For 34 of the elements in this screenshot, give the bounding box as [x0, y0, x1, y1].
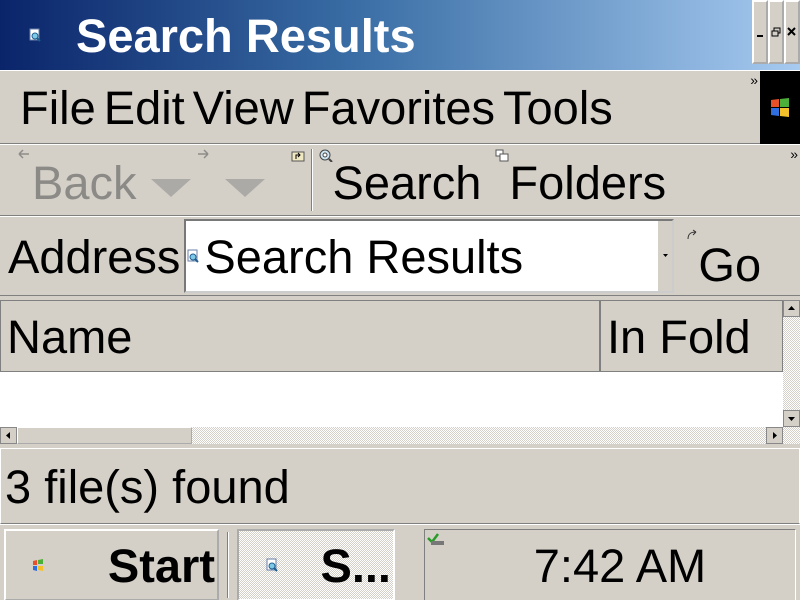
- address-label: Address: [8, 232, 180, 280]
- clock-text: 7:42 AM: [532, 542, 706, 588]
- curved-arrow-icon[interactable]: [686, 228, 698, 240]
- start-button[interactable]: Start: [4, 529, 219, 600]
- folders-icon[interactable]: [495, 149, 510, 162]
- folders-button[interactable]: Folders: [493, 145, 668, 215]
- close-icon: [787, 27, 797, 37]
- column-header[interactable]: Name: [0, 300, 600, 372]
- close-button[interactable]: [784, 0, 800, 64]
- flag-icon[interactable]: [32, 558, 44, 572]
- search-icon: [28, 28, 42, 42]
- menu-item[interactable]: Edit: [100, 84, 189, 130]
- restore-icon: [771, 27, 781, 37]
- taskbar-button[interactable]: S...: [237, 529, 395, 600]
- menu-item[interactable]: File: [16, 84, 100, 130]
- minimize-icon: [757, 35, 763, 37]
- menu-item[interactable]: Tools: [499, 84, 617, 130]
- column-header[interactable]: In Fold: [600, 300, 783, 372]
- search-icon[interactable]: [265, 558, 279, 572]
- restore-button[interactable]: [768, 0, 784, 64]
- address-field[interactable]: Search Results: [184, 219, 674, 293]
- window-title: Search Results: [76, 12, 417, 58]
- menu-item[interactable]: View: [188, 84, 298, 130]
- search-icon[interactable]: [318, 149, 332, 162]
- go-button[interactable]: Go: [682, 224, 766, 288]
- horizontal-scrollbar[interactable]: [0, 427, 800, 444]
- vertical-scrollbar[interactable]: [783, 300, 800, 427]
- search-button[interactable]: Search: [316, 145, 484, 215]
- overflow-chevron[interactable]: »: [788, 147, 800, 161]
- folder-up-icon[interactable]: [290, 149, 304, 162]
- overflow-chevron[interactable]: »: [748, 73, 760, 87]
- menu-item[interactable]: Favorites: [298, 84, 500, 130]
- search-icon: [186, 249, 200, 263]
- scrollbar-thumb[interactable]: [17, 427, 192, 444]
